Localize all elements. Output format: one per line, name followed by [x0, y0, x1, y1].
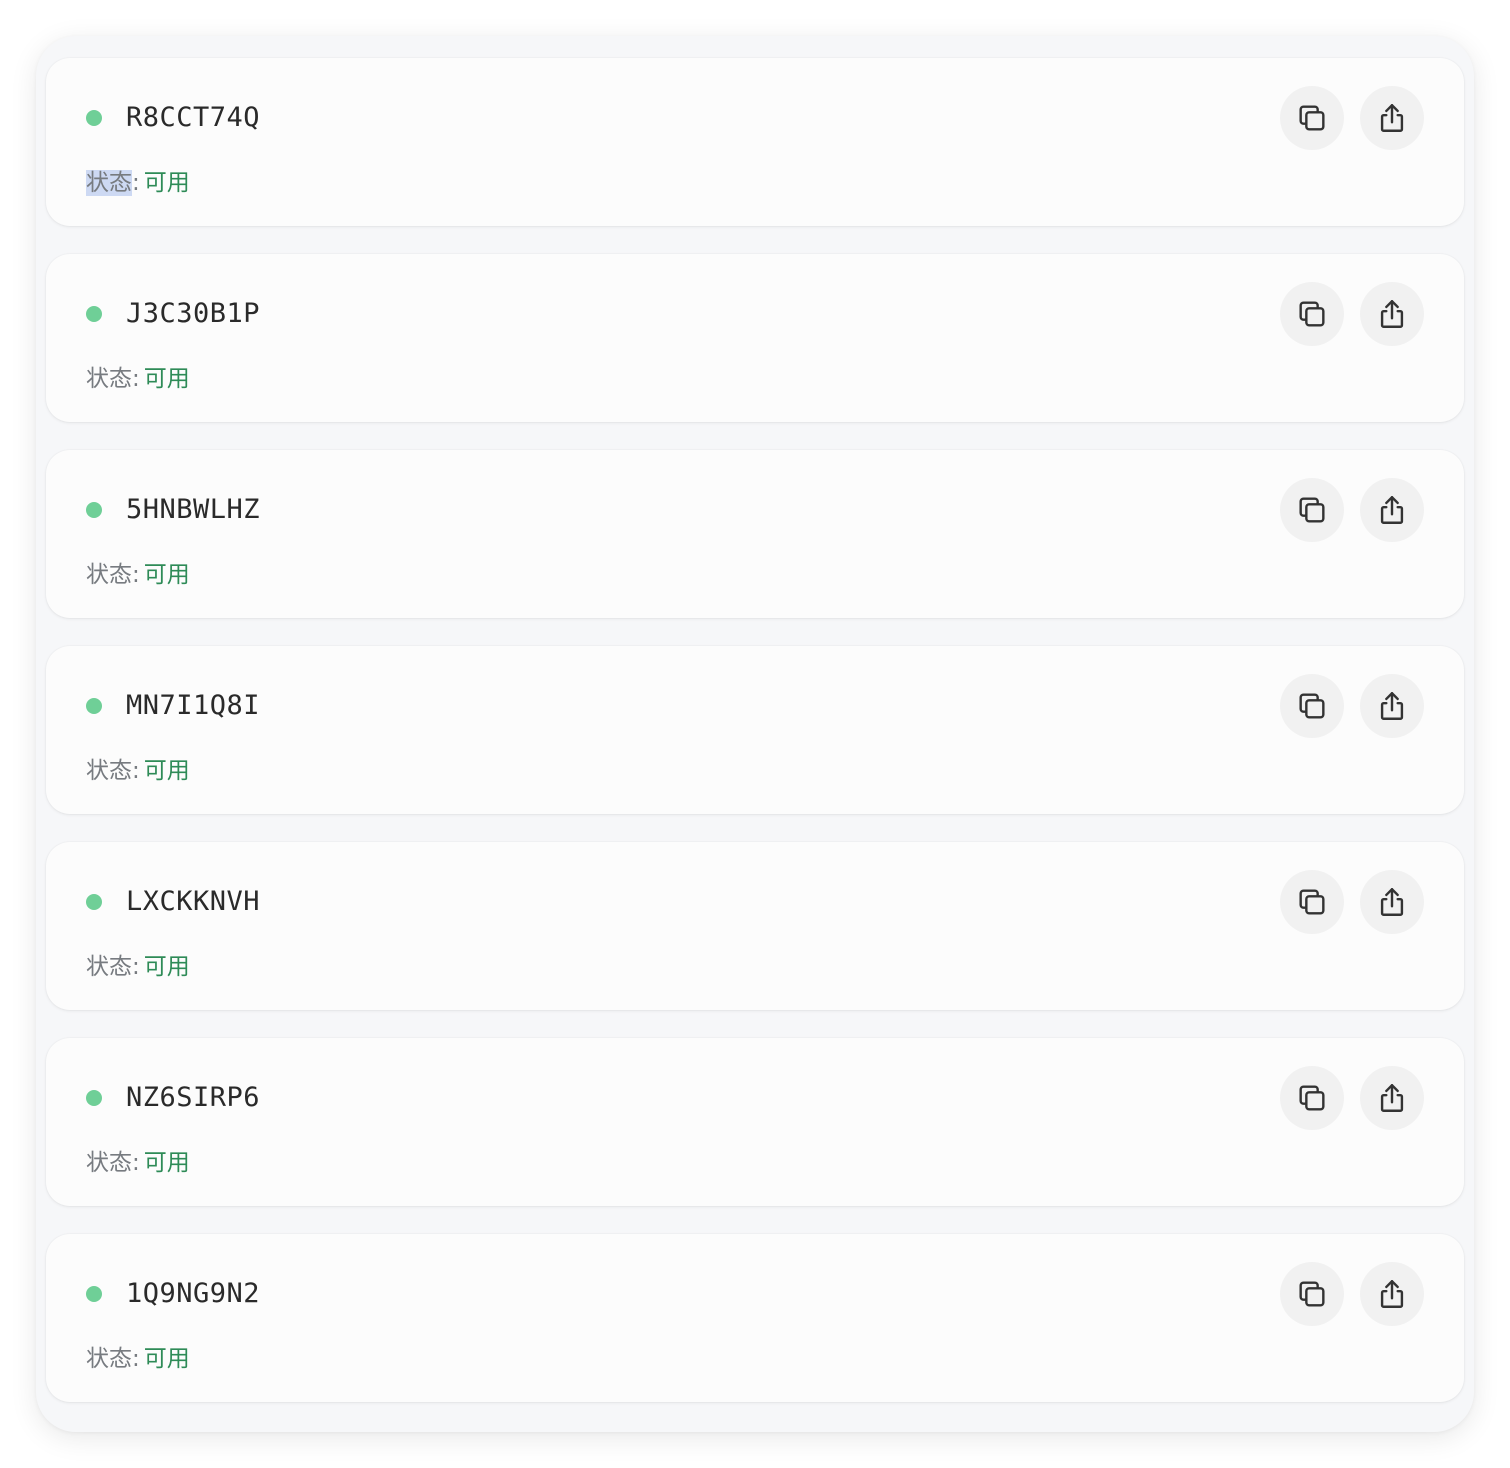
copy-icon	[1299, 1085, 1325, 1111]
status-line: 状态: 可用	[86, 758, 190, 784]
status-line: 状态: 可用	[86, 1346, 190, 1372]
share-icon	[1380, 1280, 1404, 1308]
copy-icon	[1299, 105, 1325, 131]
status-value: 可用	[143, 562, 190, 588]
code-text: 1Q9NG9N2	[126, 1278, 261, 1309]
share-icon	[1380, 692, 1404, 720]
share-icon	[1380, 300, 1404, 328]
share-icon	[1380, 888, 1404, 916]
code-card: J3C30B1P 状态: 可用	[46, 254, 1464, 422]
status-dot	[86, 894, 102, 910]
status-label: 状态	[86, 170, 132, 196]
copy-button[interactable]	[1280, 870, 1344, 934]
copy-icon	[1299, 497, 1325, 523]
copy-button[interactable]	[1280, 1262, 1344, 1326]
copy-icon	[1299, 693, 1325, 719]
status-dot	[86, 698, 102, 714]
copy-button[interactable]	[1280, 674, 1344, 738]
status-label: 状态	[86, 562, 132, 588]
share-button[interactable]	[1360, 1262, 1424, 1326]
code-card: LXCKKNVH 状态: 可用	[46, 842, 1464, 1010]
share-button[interactable]	[1360, 674, 1424, 738]
status-dot	[86, 502, 102, 518]
status-label: 状态	[86, 758, 132, 784]
share-button[interactable]	[1360, 478, 1424, 542]
code-text: R8CCT74Q	[126, 102, 261, 133]
status-line: 状态: 可用	[86, 170, 190, 196]
share-button[interactable]	[1360, 86, 1424, 150]
status-value: 可用	[143, 170, 190, 196]
code-text: LXCKKNVH	[126, 886, 261, 917]
copy-button[interactable]	[1280, 478, 1344, 542]
status-label: 状态	[86, 954, 132, 980]
status-value: 可用	[143, 954, 190, 980]
status-dot	[86, 1090, 102, 1106]
code-card: MN7I1Q8I 状态: 可用	[46, 646, 1464, 814]
status-line: 状态: 可用	[86, 366, 190, 392]
code-card: 5HNBWLHZ 状态: 可用	[46, 450, 1464, 618]
copy-icon	[1299, 301, 1325, 327]
code-text: J3C30B1P	[126, 298, 261, 329]
status-line: 状态: 可用	[86, 1150, 190, 1176]
copy-button[interactable]	[1280, 1066, 1344, 1130]
status-dot	[86, 110, 102, 126]
status-dot	[86, 306, 102, 322]
code-text: 5HNBWLHZ	[126, 494, 261, 525]
share-button[interactable]	[1360, 1066, 1424, 1130]
code-list-panel: R8CCT74Q 状态: 可用 J3C30B1P 状态: 可用 5HNBWLHZ 状…	[36, 36, 1474, 1432]
status-value: 可用	[143, 366, 190, 392]
status-label: 状态	[86, 1150, 132, 1176]
status-line: 状态: 可用	[86, 954, 190, 980]
share-button[interactable]	[1360, 282, 1424, 346]
code-card: NZ6SIRP6 状态: 可用	[46, 1038, 1464, 1206]
copy-icon	[1299, 889, 1325, 915]
status-value: 可用	[143, 758, 190, 784]
share-icon	[1380, 1084, 1404, 1112]
status-label: 状态	[86, 366, 132, 392]
share-icon	[1380, 496, 1404, 524]
status-value: 可用	[143, 1346, 190, 1372]
code-text: MN7I1Q8I	[126, 690, 261, 721]
share-button[interactable]	[1360, 870, 1424, 934]
copy-button[interactable]	[1280, 86, 1344, 150]
copy-icon	[1299, 1281, 1325, 1307]
code-card: 1Q9NG9N2 状态: 可用	[46, 1234, 1464, 1402]
copy-button[interactable]	[1280, 282, 1344, 346]
status-value: 可用	[143, 1150, 190, 1176]
code-card: R8CCT74Q 状态: 可用	[46, 58, 1464, 226]
share-icon	[1380, 104, 1404, 132]
status-dot	[86, 1286, 102, 1302]
code-text: NZ6SIRP6	[126, 1082, 261, 1113]
status-label: 状态	[86, 1346, 132, 1372]
status-line: 状态: 可用	[86, 562, 190, 588]
